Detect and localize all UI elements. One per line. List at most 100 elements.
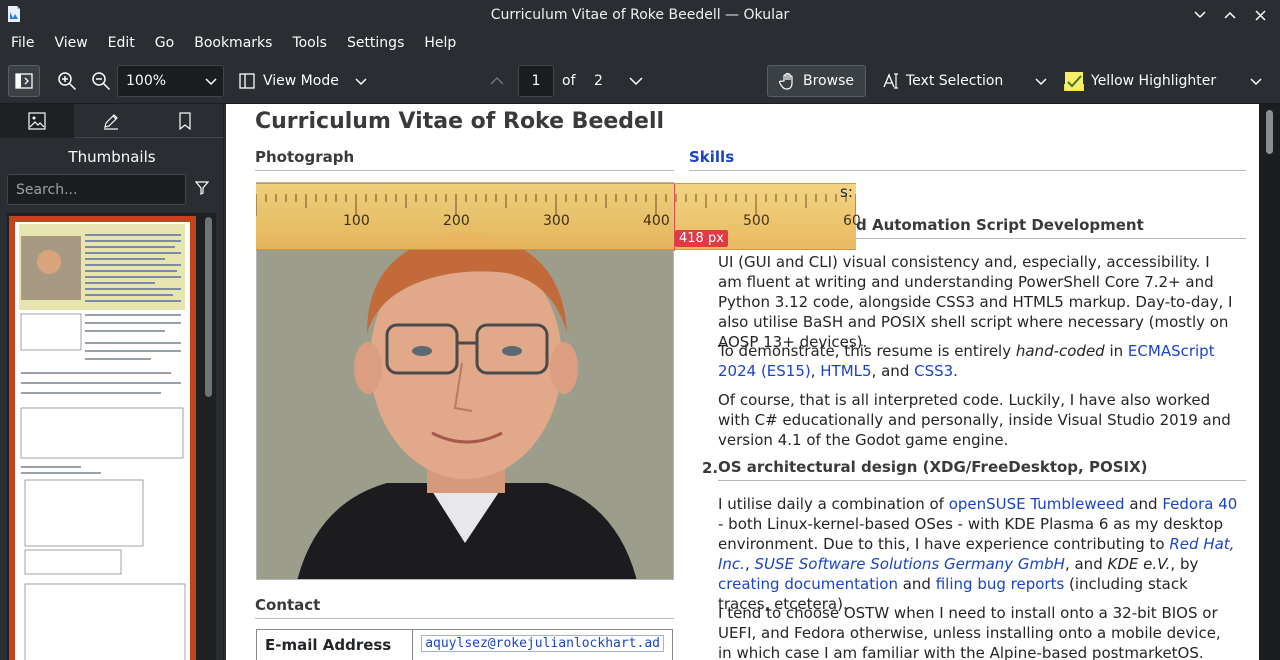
text-run: and: [897, 575, 936, 593]
menu-help[interactable]: Help: [414, 29, 466, 57]
bookmark-icon: [179, 112, 191, 130]
page-number-input[interactable]: 1: [518, 65, 554, 97]
previous-page-button[interactable]: [488, 73, 506, 89]
text-run: To demonstrate, this resume is entirely: [718, 342, 1016, 360]
contact-email-cell: aquylsez@rokejulianlockhart.ad: [413, 630, 672, 660]
sidebar: Thumbnails Search...: [0, 104, 224, 660]
chevron-down-icon: [1035, 78, 1047, 86]
chevron-down-icon: [629, 77, 643, 86]
text-selection-icon: [883, 73, 898, 89]
thumbnail-page-image: [15, 222, 190, 660]
ruler-tick-label: 200: [443, 213, 470, 229]
main-toolbar: 100% View Mode 1 of 2 Browse Text Select…: [0, 57, 1280, 104]
measuring-ruler[interactable]: 100 200 300 400 500 60 418 px: [256, 183, 861, 251]
next-page-button[interactable]: [627, 73, 645, 89]
zoom-out-button[interactable]: [85, 65, 117, 97]
zoom-in-icon: [58, 72, 77, 91]
suse-link[interactable]: SUSE Software Solutions Germany GmbH: [755, 555, 1065, 573]
fedora-link[interactable]: Fedora 40: [1162, 495, 1237, 513]
filter-icon[interactable]: [195, 181, 209, 195]
document-scrollbar[interactable]: [1266, 110, 1273, 154]
tab-thumbnails[interactable]: [0, 104, 74, 138]
view-mode-label: View Mode: [263, 73, 339, 89]
page-current: 1: [531, 73, 541, 89]
documentation-link[interactable]: creating documentation: [718, 575, 898, 593]
menu-bookmarks[interactable]: Bookmarks: [184, 29, 282, 57]
chevron-down-icon: [205, 78, 217, 86]
view-mode-button[interactable]: View Mode: [239, 65, 367, 97]
skill-2-paragraph-2: I tend to choose OSTW when I need to ins…: [718, 604, 1221, 660]
zoom-out-icon: [92, 72, 111, 91]
text-run: , by: [1170, 555, 1199, 573]
okular-app-icon: [8, 6, 20, 22]
html5-link[interactable]: HTML5: [820, 362, 871, 380]
text-run: and: [1124, 495, 1163, 513]
chevron-down-icon: [1194, 11, 1206, 19]
thumbnail-content: [19, 224, 186, 660]
document-page: Curriculum Vitae of Roke Beedell Photogr…: [226, 104, 1259, 660]
window-title: Curriculum Vitae of Roke Beedell — Okula…: [490, 6, 790, 23]
skill-2-number: 2.: [702, 459, 719, 477]
tab-annotations[interactable]: [74, 104, 148, 138]
hand-icon: [779, 72, 793, 90]
sidebar-title: Thumbnails: [68, 148, 156, 166]
css3-link[interactable]: CSS3: [914, 362, 953, 380]
skill-2-title: OS architectural design (XDG/FreeDesktop…: [718, 458, 1246, 481]
zoom-value: 100%: [126, 73, 167, 89]
document-view[interactable]: Curriculum Vitae of Roke Beedell Photogr…: [226, 104, 1280, 660]
maximize-button[interactable]: [1220, 5, 1240, 25]
photograph-heading: Photograph: [255, 148, 674, 171]
document-heading: Curriculum Vitae of Roke Beedell: [255, 109, 665, 134]
zoom-combobox[interactable]: 100%: [117, 65, 224, 97]
highlighter-menu-button[interactable]: [1247, 73, 1265, 89]
view-mode-icon: [239, 73, 255, 89]
page-of-label: of: [562, 73, 576, 89]
toggle-sidebar-button[interactable]: [8, 65, 40, 97]
browse-label: Browse: [803, 73, 854, 89]
zoom-in-button[interactable]: [51, 65, 83, 97]
opensuse-link[interactable]: openSUSE Tumbleweed: [949, 495, 1125, 513]
thumbnail-search-input[interactable]: Search...: [7, 174, 186, 205]
thumbnail-scrollbar[interactable]: [205, 217, 212, 397]
text-run-italic: KDE e.V.: [1107, 555, 1171, 573]
menu-edit[interactable]: Edit: [98, 29, 145, 57]
text-selection-button[interactable]: Text Selection: [882, 65, 1003, 97]
highlighter-icon: [1064, 72, 1084, 91]
skill-1-title: d Automation Script Development: [856, 216, 1246, 239]
bug-reports-link[interactable]: filing bug reports: [936, 575, 1065, 593]
tab-bookmarks[interactable]: [148, 104, 222, 138]
skill-1-paragraph-3: Of course, that is all interpreted code.…: [718, 391, 1231, 449]
text-selection-menu-button[interactable]: [1032, 73, 1050, 89]
yellow-highlighter-button[interactable]: Yellow Highlighter: [1063, 65, 1216, 97]
text-run: I utilise daily a combination of: [718, 495, 949, 513]
text-selection-label: Text Selection: [906, 73, 1004, 89]
thumbnail-list[interactable]: [7, 213, 216, 660]
menu-bar: File View Edit Go Bookmarks Tools Settin…: [0, 29, 1280, 57]
menu-go[interactable]: Go: [145, 29, 184, 57]
close-button[interactable]: [1250, 5, 1270, 25]
menu-settings[interactable]: Settings: [337, 29, 414, 57]
ruler-tick-label: 100: [343, 213, 370, 229]
minimize-button[interactable]: [1190, 5, 1210, 25]
text-run-italic: hand-coded: [1015, 342, 1105, 360]
skill-1-paragraph-1: UI (GUI and CLI) visual consistency and,…: [718, 253, 1233, 351]
menu-view[interactable]: View: [44, 29, 97, 57]
text-run: , and: [1064, 555, 1108, 573]
menu-file[interactable]: File: [1, 29, 44, 57]
chevron-down-icon: [1250, 78, 1262, 86]
skill-2-paragraph-1: I utilise daily a combination of openSUS…: [718, 494, 1238, 614]
okular-window: { "window": {"title": "Curriculum Vitae …: [0, 0, 1280, 660]
page-thumbnail[interactable]: [9, 216, 196, 660]
skills-intro: s:: [840, 183, 853, 201]
close-icon: [1254, 9, 1266, 21]
text-run: ,: [810, 362, 821, 380]
email-link[interactable]: aquylsez@rokejulianlockhart.ad: [421, 635, 664, 652]
image-icon: [28, 112, 46, 130]
title-bar: Curriculum Vitae of Roke Beedell — Okula…: [0, 0, 1280, 29]
menu-tools[interactable]: Tools: [282, 29, 337, 57]
chevron-up-icon: [490, 76, 504, 85]
ruler-tick-label: 300: [543, 213, 570, 229]
pen-icon: [104, 114, 118, 130]
ruler-tick-label: 500: [743, 213, 770, 229]
browse-tool-button[interactable]: Browse: [767, 65, 866, 97]
